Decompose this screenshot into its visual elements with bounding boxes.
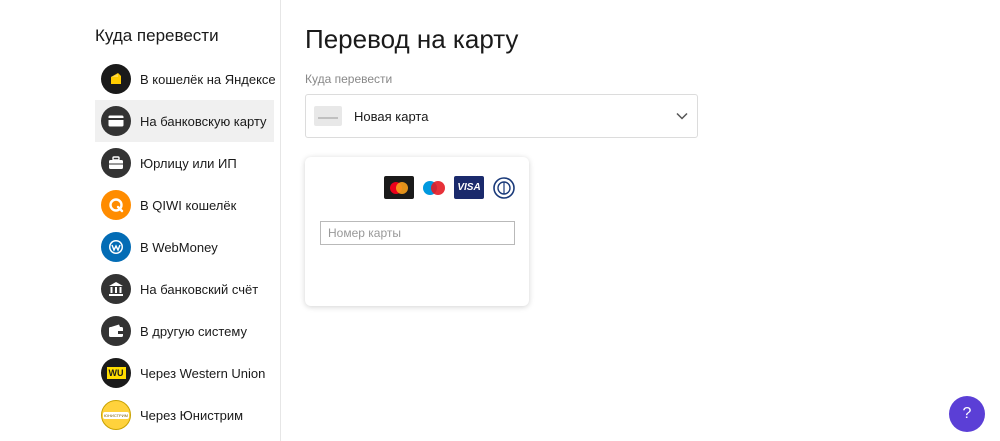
sidebar-item-label: В кошелёк на Яндексе	[140, 71, 276, 87]
sidebar-item-label: В другую систему	[140, 323, 247, 339]
sidebar-item-bank-account[interactable]: На банковский счёт	[95, 268, 274, 310]
sidebar-item-label: Юрлицу или ИП	[140, 155, 237, 171]
sidebar-item-label: Через Юнистрим	[140, 407, 244, 423]
yandex-wallet-icon	[101, 64, 131, 94]
destination-select[interactable]: Новая карта	[305, 94, 698, 138]
card-number-input[interactable]	[320, 221, 515, 245]
sidebar: Куда перевести В кошелёк на Яндексе На б…	[0, 0, 281, 441]
sidebar-item-label: В QIWI кошелёк	[140, 197, 237, 213]
diners-club-icon	[489, 176, 519, 199]
page-title: Перевод на карту	[305, 24, 519, 54]
sidebar-item-label: Через Western Union	[140, 365, 266, 381]
sidebar-item-bank-card[interactable]: На банковскую карту	[95, 100, 274, 142]
bank-card-icon	[101, 106, 131, 136]
webmoney-icon	[101, 232, 131, 262]
card-brands: VISA	[384, 176, 519, 199]
chevron-down-icon	[675, 109, 689, 128]
sidebar-item-qiwi[interactable]: В QIWI кошелёк	[95, 184, 274, 226]
card-placeholder-icon	[314, 106, 342, 126]
destination-select-value: Новая карта	[354, 108, 429, 124]
sidebar-item-western-union[interactable]: WU Через Western Union	[95, 352, 274, 394]
card-form: VISA	[305, 157, 529, 306]
mastercard-icon	[384, 176, 414, 199]
qiwi-icon	[101, 190, 131, 220]
help-button[interactable]: ?	[949, 396, 985, 432]
sidebar-item-unistream[interactable]: ЮНИСТРИМ Через Юнистрим	[95, 394, 274, 436]
sidebar-item-label: На банковский счёт	[140, 281, 259, 297]
sidebar-item-label: На банковскую карту	[140, 113, 267, 129]
briefcase-icon	[101, 148, 131, 178]
sidebar-item-other-system[interactable]: В другую систему	[95, 310, 274, 352]
unistream-icon: ЮНИСТРИМ	[101, 400, 131, 430]
sidebar-item-yandex-wallet[interactable]: В кошелёк на Яндексе	[95, 58, 276, 100]
western-union-logo-text: WU	[106, 367, 126, 379]
maestro-icon	[419, 176, 449, 199]
destination-label: Куда перевести	[305, 72, 393, 86]
western-union-icon: WU	[101, 358, 131, 388]
visa-icon: VISA	[454, 176, 484, 199]
sidebar-nav: В кошелёк на Яндексе На банковскую карту…	[95, 58, 276, 436]
unistream-logo-text: ЮНИСТРИМ	[103, 411, 129, 419]
sidebar-item-webmoney[interactable]: В WebMoney	[95, 226, 274, 268]
sidebar-title: Куда перевести	[95, 26, 219, 45]
sidebar-item-legal-entity[interactable]: Юрлицу или ИП	[95, 142, 274, 184]
wallet-icon	[101, 316, 131, 346]
bank-building-icon	[101, 274, 131, 304]
sidebar-item-label: В WebMoney	[140, 239, 218, 255]
